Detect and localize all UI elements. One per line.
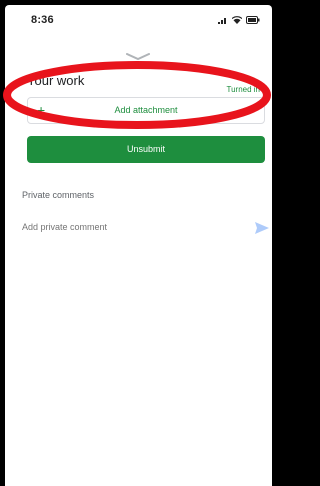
status-bar: 8:36: [5, 5, 272, 35]
send-icon[interactable]: [255, 221, 269, 239]
add-attachment-button[interactable]: + Add attachment: [27, 97, 265, 124]
phone-screen: 8:36 Your work Turned in + Add attachmen…: [5, 5, 272, 486]
add-attachment-label: Add attachment: [114, 105, 178, 115]
chevron-down-icon[interactable]: [126, 48, 150, 66]
wifi-icon: [231, 11, 243, 29]
signal-icon: [218, 11, 228, 29]
status-label: Turned in: [226, 85, 261, 94]
battery-icon: [246, 11, 260, 29]
unsubmit-button[interactable]: Unsubmit: [27, 136, 265, 163]
your-work-title: Your work: [27, 73, 85, 88]
status-icons: [218, 15, 260, 25]
private-comment-input[interactable]: [22, 222, 232, 232]
status-time: 8:36: [31, 14, 54, 26]
private-comments-title: Private comments: [22, 190, 95, 200]
